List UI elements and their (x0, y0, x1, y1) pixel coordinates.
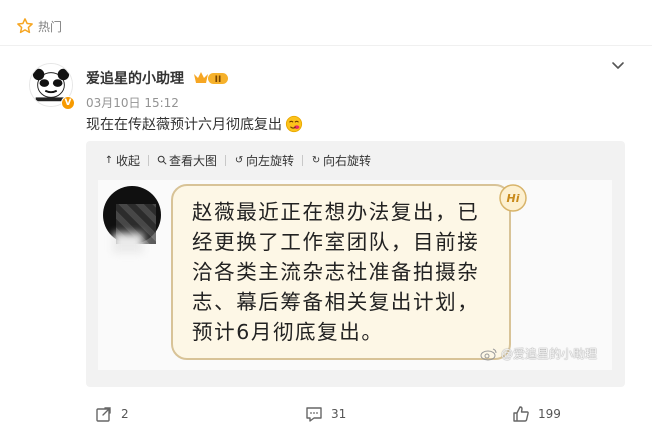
bubble-line: 经更换了工作室团队，目前接 (192, 230, 480, 254)
hot-header: 热门 (16, 16, 62, 36)
arrow-up-icon: ↑ (104, 154, 114, 166)
bubble-text: 赵薇最近正在想办法复出，已 经更换了工作室团队，目前接 洽各类主流杂志社准备拍摄… (192, 197, 510, 347)
bubble-line: 志、幕后筹备相关复出计划， (192, 290, 480, 314)
rotate-left-label: 向左旋转 (246, 153, 295, 168)
star-icon (17, 18, 33, 34)
face-emoji-icon (285, 115, 303, 133)
post-text-content: 现在在传赵薇预计六月彻底复出 (86, 117, 282, 133)
comment-icon (306, 407, 322, 422)
bubble-line: 洽各类主流杂志社准备拍摄杂 (192, 260, 480, 284)
watermark: @爱追星的小助理 (480, 345, 597, 362)
post-time[interactable]: 03月10日 15:12 (86, 94, 179, 111)
blur-shadow (113, 233, 143, 253)
toolbar-separator (225, 154, 227, 166)
watermark-text: @爱追星的小助理 (501, 347, 598, 361)
collapse-label: 收起 (116, 153, 141, 168)
weibo-logo-icon (480, 348, 497, 360)
author-name[interactable]: 爱追星的小助理 (86, 68, 184, 88)
hi-badge-icon: Hi (499, 184, 527, 212)
level-badge-text: II (215, 75, 222, 85)
post-text: 现在在传赵薇预计六月彻底复出 (86, 114, 303, 134)
rotate-left-button[interactable]: ↺ 向左旋转 (234, 152, 294, 169)
divider (0, 45, 652, 46)
chevron-down-icon[interactable] (610, 57, 626, 73)
verified-badge: V (61, 96, 75, 110)
hot-label: 热门 (38, 19, 63, 34)
bubble-line: 赵薇最近正在想办法复出，已 (192, 200, 480, 224)
collapse-button[interactable]: ↑ 收起 (104, 152, 140, 169)
like-button[interactable]: 199 (512, 405, 561, 423)
toolbar-separator (148, 154, 150, 166)
repost-button[interactable]: 2 (95, 405, 129, 423)
rotate-right-label: 向右旋转 (323, 153, 372, 168)
toolbar-separator (302, 154, 304, 166)
magnifier-icon (157, 155, 167, 165)
view-large-button[interactable]: 查看大图 (157, 152, 217, 169)
level-badge-icon: II (194, 72, 228, 85)
hi-badge-text: Hi (507, 192, 520, 205)
thumbs-up-icon (513, 406, 529, 422)
comment-count: 31 (331, 407, 347, 421)
action-bar: 2 31 199 (0, 405, 652, 429)
like-count: 199 (538, 407, 561, 421)
rotate-right-button[interactable]: ↻ 向右旋转 (311, 152, 371, 169)
media-toolbar: ↑ 收起 查看大图 ↺ 向左旋转 ↻ 向右旋转 (104, 151, 371, 169)
bubble-line: 预计6月彻底复出。 (192, 320, 384, 344)
rotate-left-icon: ↺ (234, 154, 244, 166)
view-large-label: 查看大图 (169, 153, 218, 168)
share-icon (96, 407, 111, 422)
repost-count: 2 (121, 407, 129, 421)
rotate-right-icon: ↻ (311, 154, 321, 166)
comment-button[interactable]: 31 (305, 405, 346, 423)
